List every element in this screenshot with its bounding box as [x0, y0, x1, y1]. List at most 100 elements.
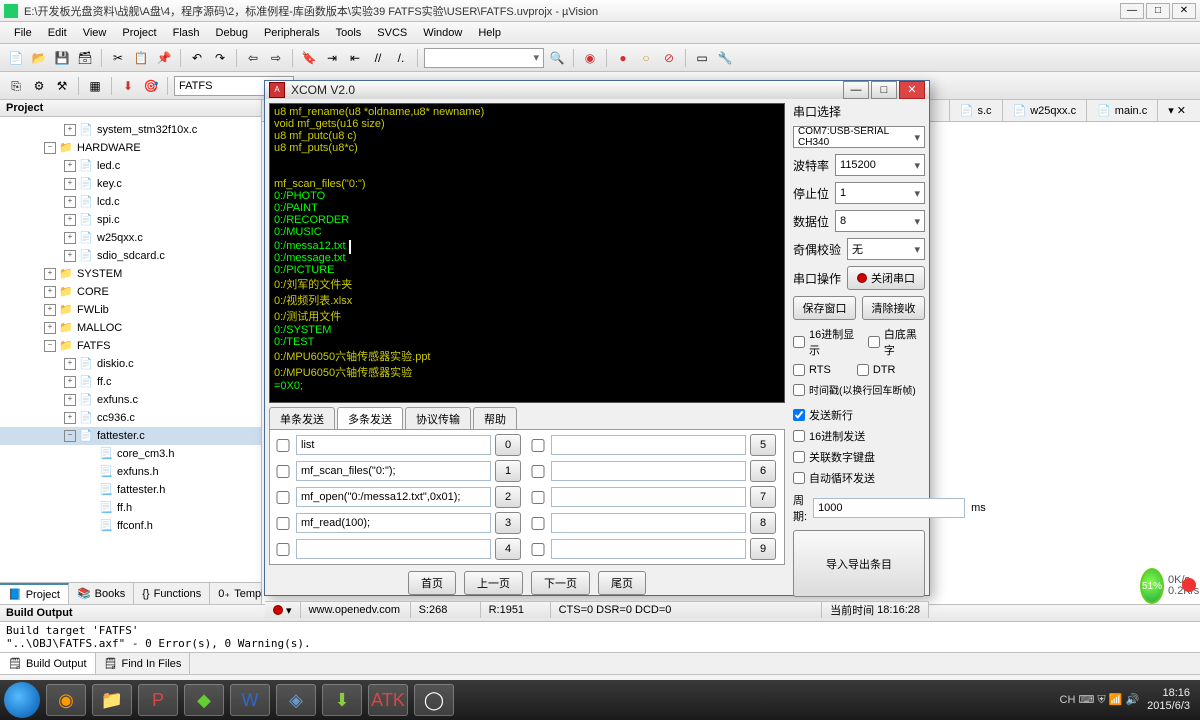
rebuild-button[interactable]: ⚒	[52, 76, 72, 96]
taskbar-xcom[interactable]: ATK	[368, 684, 408, 716]
close-button[interactable]: ✕	[1172, 3, 1196, 19]
copy-button[interactable]: 📋	[131, 48, 151, 68]
tree-node-fattester-c[interactable]: −📄fattester.c	[0, 427, 261, 445]
port-select[interactable]: COM7:USB-SERIAL CH340	[793, 126, 925, 148]
minimize-button[interactable]: —	[1120, 3, 1144, 19]
breakpoint-disable-button[interactable]: ○	[636, 48, 656, 68]
tree-node-exfuns-h[interactable]: 📃exfuns.h	[0, 463, 261, 481]
tree-node-FATFS[interactable]: −📁FATFS	[0, 337, 261, 355]
xcom-maximize-button[interactable]: □	[871, 81, 897, 99]
save-window-button[interactable]: 保存窗口	[793, 296, 856, 320]
send-input[interactable]	[296, 539, 491, 559]
nav-button[interactable]: 下一页	[531, 571, 590, 595]
xcom-tab-2[interactable]: 协议传输	[405, 407, 471, 429]
port-toggle-button[interactable]: 关闭串口	[847, 266, 925, 290]
tray-ime[interactable]: CH ⌨ ⛨ 📶 🔊	[1060, 693, 1140, 707]
taskbar-app-2[interactable]: ◆	[184, 684, 224, 716]
tree-node-spi-c[interactable]: +📄spi.c	[0, 211, 261, 229]
tree-node-HARDWARE[interactable]: −📁HARDWARE	[0, 139, 261, 157]
build-output-body[interactable]: Build target 'FATFS' "..\OBJ\FATFS.axf" …	[0, 622, 1200, 652]
send-opt-check[interactable]: 自动循环发送	[793, 470, 925, 486]
rts-check[interactable]: RTS	[793, 364, 831, 376]
editor-tab[interactable]: 📄s.c	[949, 100, 1002, 121]
send-check[interactable]	[529, 465, 547, 478]
save-all-button[interactable]: 🗃	[75, 48, 95, 68]
send-opt-check[interactable]: 16进制发送	[793, 428, 925, 444]
tree-node-exfuns-c[interactable]: +📄exfuns.c	[0, 391, 261, 409]
comment-button[interactable]: //	[368, 48, 388, 68]
breakpoint-button[interactable]: ●	[613, 48, 633, 68]
output-tab[interactable]: 🗒Find In Files	[96, 653, 191, 674]
output-tab[interactable]: 🗒Build Output	[0, 653, 96, 674]
send-button-3[interactable]: 3	[495, 512, 521, 534]
xcom-terminal[interactable]: u8 mf_rename(u8 *oldname,u8* newname)voi…	[269, 103, 785, 403]
editor-tab-close[interactable]: ▾ ✕	[1157, 100, 1196, 121]
send-check[interactable]	[529, 439, 547, 452]
tree-node-CORE[interactable]: +📁CORE	[0, 283, 261, 301]
send-check[interactable]	[529, 491, 547, 504]
send-check[interactable]	[274, 439, 292, 452]
send-button-2[interactable]: 2	[495, 486, 521, 508]
nav-button[interactable]: 首页	[408, 571, 456, 595]
menu-view[interactable]: View	[75, 25, 115, 41]
send-input[interactable]	[296, 461, 491, 481]
menu-tools[interactable]: Tools	[328, 25, 370, 41]
taskbar-powerpoint[interactable]: P	[138, 684, 178, 716]
taskbar-app-5[interactable]: ◯	[414, 684, 454, 716]
cut-button[interactable]: ✂	[108, 48, 128, 68]
panel-tab-books[interactable]: 📚Books	[69, 583, 134, 604]
hex-display-check[interactable]: 16进制显示	[793, 326, 862, 358]
find-combo[interactable]	[424, 48, 544, 68]
xcom-minimize-button[interactable]: —	[843, 81, 869, 99]
send-button-9[interactable]: 9	[750, 538, 776, 560]
send-input[interactable]	[296, 435, 491, 455]
menu-flash[interactable]: Flash	[165, 25, 208, 41]
timestamp-check[interactable]: 时间戳(以换行回车断帧)	[793, 382, 925, 397]
send-check[interactable]	[274, 465, 292, 478]
window-button[interactable]: ▭	[692, 48, 712, 68]
taskbar-app-1[interactable]: ◉	[46, 684, 86, 716]
taskbar-explorer[interactable]: 📁	[92, 684, 132, 716]
redo-button[interactable]: ↷	[210, 48, 230, 68]
send-input[interactable]	[551, 435, 746, 455]
send-check[interactable]	[274, 517, 292, 530]
tree-node-led-c[interactable]: +📄led.c	[0, 157, 261, 175]
menu-peripherals[interactable]: Peripherals	[256, 25, 328, 41]
indent-button[interactable]: ⇥	[322, 48, 342, 68]
stopbit-select[interactable]: 1	[835, 182, 925, 204]
config-button[interactable]: 🔧	[715, 48, 735, 68]
tree-node-fattester-h[interactable]: 📃fattester.h	[0, 481, 261, 499]
import-export-button[interactable]: 导入导出条目	[793, 530, 925, 597]
menu-project[interactable]: Project	[114, 25, 164, 41]
new-file-button[interactable]: 📄	[6, 48, 26, 68]
taskbar-app-4[interactable]: ⬇	[322, 684, 362, 716]
send-input[interactable]	[551, 513, 746, 533]
send-check[interactable]	[529, 543, 547, 556]
open-file-button[interactable]: 📂	[29, 48, 49, 68]
target-options-button[interactable]: 🎯	[141, 76, 161, 96]
menu-help[interactable]: Help	[470, 25, 509, 41]
send-button-8[interactable]: 8	[750, 512, 776, 534]
nav-button[interactable]: 尾页	[598, 571, 646, 595]
tree-node-key-c[interactable]: +📄key.c	[0, 175, 261, 193]
cycle-input[interactable]	[813, 498, 965, 518]
send-opt-check[interactable]: 发送新行	[793, 407, 925, 423]
send-button-1[interactable]: 1	[495, 460, 521, 482]
taskbar-word[interactable]: W	[230, 684, 270, 716]
baud-select[interactable]: 115200	[835, 154, 925, 176]
tree-node-diskio-c[interactable]: +📄diskio.c	[0, 355, 261, 373]
send-input[interactable]	[551, 539, 746, 559]
send-button-4[interactable]: 4	[495, 538, 521, 560]
nav-back-button[interactable]: ⇦	[243, 48, 263, 68]
xcom-tab-1[interactable]: 多条发送	[337, 407, 403, 429]
tree-node-sdio_sdcard-c[interactable]: +📄sdio_sdcard.c	[0, 247, 261, 265]
tree-node-lcd-c[interactable]: +📄lcd.c	[0, 193, 261, 211]
editor-tab[interactable]: 📄main.c	[1086, 100, 1157, 121]
send-check[interactable]	[274, 543, 292, 556]
tray-clock[interactable]: 18:16 2015/6/3	[1147, 687, 1196, 713]
parity-select[interactable]: 无	[847, 238, 925, 260]
menu-edit[interactable]: Edit	[40, 25, 75, 41]
xcom-titlebar[interactable]: A XCOM V2.0 — □ ✕	[265, 81, 929, 99]
build-button[interactable]: ⚙	[29, 76, 49, 96]
dtr-check[interactable]: DTR	[857, 364, 896, 376]
